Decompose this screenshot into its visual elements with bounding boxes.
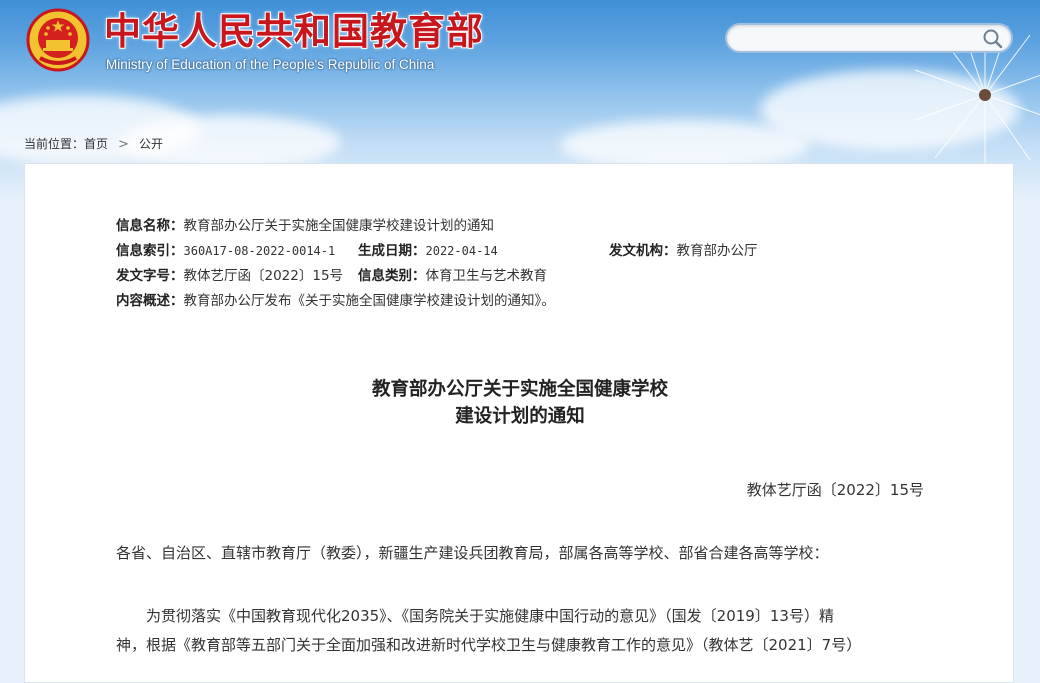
meta-category-value: 体育卫生与艺术教育 bbox=[425, 268, 548, 284]
meta-index-value: 360A17-08-2022-0014-1 bbox=[183, 244, 336, 258]
document-number: 教体艺厅函〔2022〕15号 bbox=[746, 481, 924, 499]
meta-row-index: 信息索引：360A17-08-2022-0014-1 生成日期：2022-04-… bbox=[116, 239, 936, 264]
meta-summary-value: 教育部办公厅发布《关于实施全国健康学校建设计划的通知》。 bbox=[183, 293, 555, 309]
article-panel: 信息名称：教育部办公厅关于实施全国健康学校建设计划的通知 信息索引：360A17… bbox=[24, 163, 1014, 683]
search-icon bbox=[983, 29, 1003, 49]
search-box bbox=[725, 23, 1013, 53]
national-emblem-icon bbox=[26, 8, 90, 72]
document-title: 教育部办公厅关于实施全国健康学校 建设计划的通知 bbox=[25, 376, 1015, 430]
document-title-line-1: 教育部办公厅关于实施全国健康学校 bbox=[371, 379, 668, 400]
document-salutation: 各省、自治区、直辖市教育厅（教委），新疆生产建设兵团教育局，部属各高等学校、部省… bbox=[116, 544, 829, 562]
breadcrumb: 当前位置：首页 > 公开 bbox=[24, 135, 163, 152]
meta-docno-label: 发文字号： bbox=[116, 268, 184, 284]
site-title: 中华人民共和国教育部 bbox=[104, 10, 484, 53]
meta-org-value: 教育部办公厅 bbox=[676, 243, 758, 259]
meta-index-label: 信息索引： bbox=[116, 243, 184, 259]
meta-name-value: 教育部办公厅关于实施全国健康学校建设计划的通知 bbox=[183, 218, 495, 234]
breadcrumb-home-link[interactable]: 首页 bbox=[84, 137, 108, 151]
search-button[interactable] bbox=[981, 27, 1005, 51]
search-input[interactable] bbox=[737, 29, 981, 51]
document-title-line-2: 建设计划的通知 bbox=[455, 406, 585, 427]
meta-name-label: 信息名称： bbox=[116, 218, 184, 234]
meta-date-label: 生成日期： bbox=[358, 243, 426, 259]
meta-summary-label: 内容概述： bbox=[116, 293, 184, 309]
meta-date-value: 2022-04-14 bbox=[425, 244, 498, 258]
chevron-right-icon: > bbox=[118, 137, 129, 152]
paragraph-line-2: 神，根据《教育部等五部门关于全面加强和改进新时代学校卫生与健康教育工作的意见》（… bbox=[116, 636, 862, 654]
document-paragraph: 为贯彻落实《中国教育现代化2035》、《国务院关于实施健康中国行动的意见》（国发… bbox=[116, 602, 926, 660]
meta-row-summary: 内容概述：教育部办公厅发布《关于实施全国健康学校建设计划的通知》。 bbox=[116, 289, 936, 314]
breadcrumb-prefix: 当前位置： bbox=[24, 137, 85, 151]
site-subtitle: Ministry of Education of the People's Re… bbox=[106, 57, 435, 72]
meta-docno-value: 教体艺厅函〔2022〕15号 bbox=[183, 268, 344, 284]
meta-row-name: 信息名称：教育部办公厅关于实施全国健康学校建设计划的通知 bbox=[116, 214, 936, 239]
meta-category-label: 信息类别： bbox=[358, 268, 426, 284]
paragraph-line-1: 为贯彻落实《中国教育现代化2035》、《国务院关于实施健康中国行动的意见》（国发… bbox=[146, 607, 834, 625]
breadcrumb-current-link[interactable]: 公开 bbox=[139, 137, 163, 151]
document-metadata: 信息名称：教育部办公厅关于实施全国健康学校建设计划的通知 信息索引：360A17… bbox=[116, 214, 936, 314]
meta-row-docno: 发文字号：教体艺厅函〔2022〕15号 信息类别：体育卫生与艺术教育 bbox=[116, 264, 936, 289]
meta-org-label: 发文机构： bbox=[609, 243, 677, 259]
